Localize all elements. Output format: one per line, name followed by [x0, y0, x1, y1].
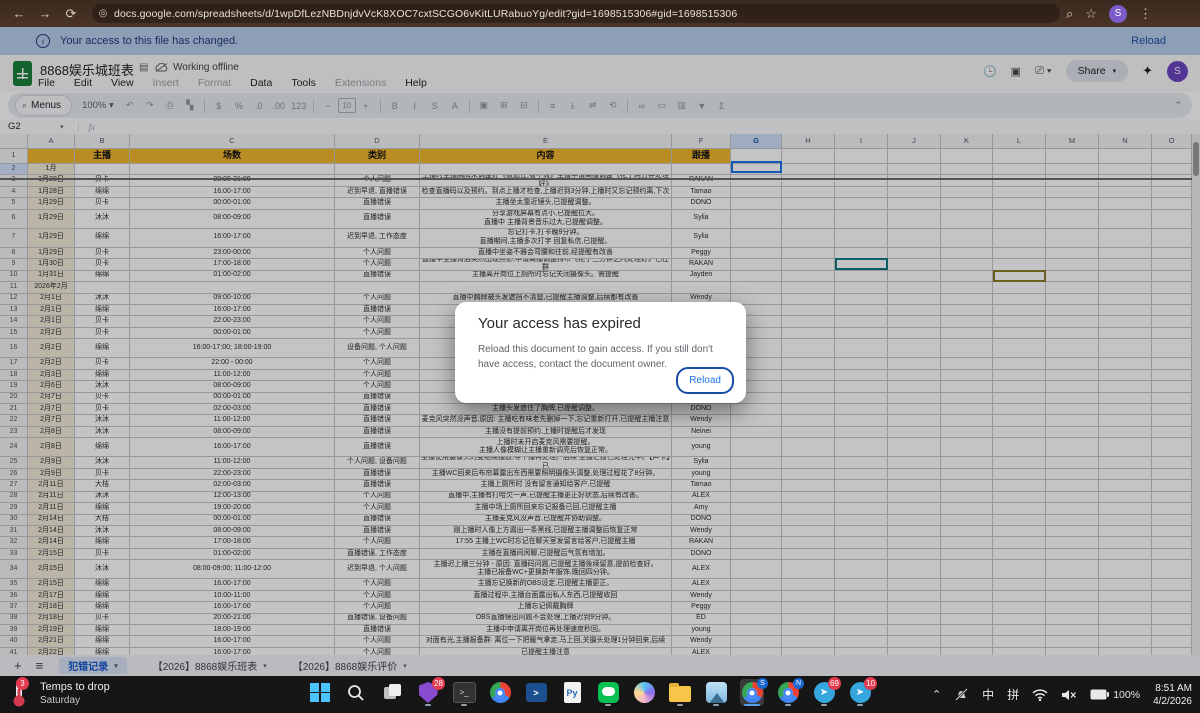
wifi-icon[interactable] — [1032, 689, 1048, 701]
url-text[interactable]: docs.google.com/spreadsheets/d/1wpDfLezN… — [114, 8, 737, 20]
address-bar[interactable]: ◎ docs.google.com/spreadsheets/d/1wpDfLe… — [92, 4, 1060, 23]
battery-indicator[interactable]: 100% — [1090, 689, 1140, 701]
copilot-icon[interactable] — [632, 679, 656, 706]
taskbar: 3 Temps to drop Saturday 28 >_ — [0, 676, 1200, 713]
tray-expand-icon[interactable]: ⌃ — [932, 688, 941, 701]
browser-profile-avatar[interactable]: S — [1109, 5, 1127, 23]
volume-muted-icon[interactable] — [1061, 689, 1077, 701]
taskbar-search-icon[interactable] — [344, 679, 368, 706]
weather-subline: Saturday — [40, 695, 110, 708]
clock-date: 4/2/2026 — [1153, 695, 1192, 708]
weather-badge: 3 — [16, 677, 29, 690]
weather-widget[interactable]: 3 Temps to drop Saturday — [6, 680, 110, 708]
reload-icon[interactable]: ⟳ — [58, 5, 84, 23]
weather-headline: Temps to drop — [40, 681, 110, 695]
file-explorer-icon[interactable] — [668, 679, 692, 706]
search-tabs-icon[interactable]: ⌕ — [1066, 5, 1073, 23]
screen: ← → ⟳ ◎ docs.google.com/spreadsheets/d/1… — [0, 0, 1200, 713]
notifications-off-icon[interactable] — [954, 687, 969, 702]
chrome-profile-n-icon[interactable]: N — [776, 679, 800, 706]
dialog-title: Your access has expired — [478, 315, 641, 332]
access-expired-dialog: Your access has expired Reload this docu… — [455, 302, 746, 403]
back-icon[interactable]: ← — [6, 5, 32, 23]
dialog-reload-button[interactable]: Reload — [676, 367, 734, 394]
security-app-icon[interactable]: 28 — [416, 679, 440, 706]
powershell-icon[interactable]: > — [524, 679, 548, 706]
task-view-icon[interactable] — [380, 679, 404, 706]
site-info-icon[interactable]: ◎ — [92, 8, 114, 19]
system-tray: ⌃ 中 拼 100% 8:51 AM 4/2/2026 — [932, 676, 1192, 713]
browser-toolbar: ← → ⟳ ◎ docs.google.com/spreadsheets/d/1… — [0, 0, 1200, 27]
python-file-icon[interactable]: Py — [560, 679, 584, 706]
taskbar-icons: 28 >_ > Py S N ➤69 ➤10 — [308, 679, 872, 706]
browser-menu-icon[interactable]: ⋮ — [1139, 5, 1152, 23]
clock-time: 8:51 AM — [1153, 682, 1192, 695]
line-app-icon[interactable] — [596, 679, 620, 706]
taskbar-clock[interactable]: 8:51 AM 4/2/2026 — [1153, 682, 1192, 708]
photos-app-icon[interactable] — [704, 679, 728, 706]
ime-mode-indicator[interactable]: 拼 — [1007, 686, 1019, 703]
chrome-active-icon[interactable]: S — [740, 679, 764, 706]
battery-icon — [1090, 689, 1109, 700]
telegram-icon-1[interactable]: ➤69 — [812, 679, 836, 706]
chrome-icon[interactable] — [488, 679, 512, 706]
bookmark-star-icon[interactable]: ☆ — [1085, 5, 1097, 23]
telegram-icon-2[interactable]: ➤10 — [848, 679, 872, 706]
start-button[interactable] — [308, 679, 332, 706]
battery-percent: 100% — [1113, 689, 1140, 701]
terminal-app-icon[interactable]: >_ — [452, 679, 476, 706]
forward-icon[interactable]: → — [32, 5, 58, 23]
ime-language-indicator[interactable]: 中 — [982, 686, 994, 703]
